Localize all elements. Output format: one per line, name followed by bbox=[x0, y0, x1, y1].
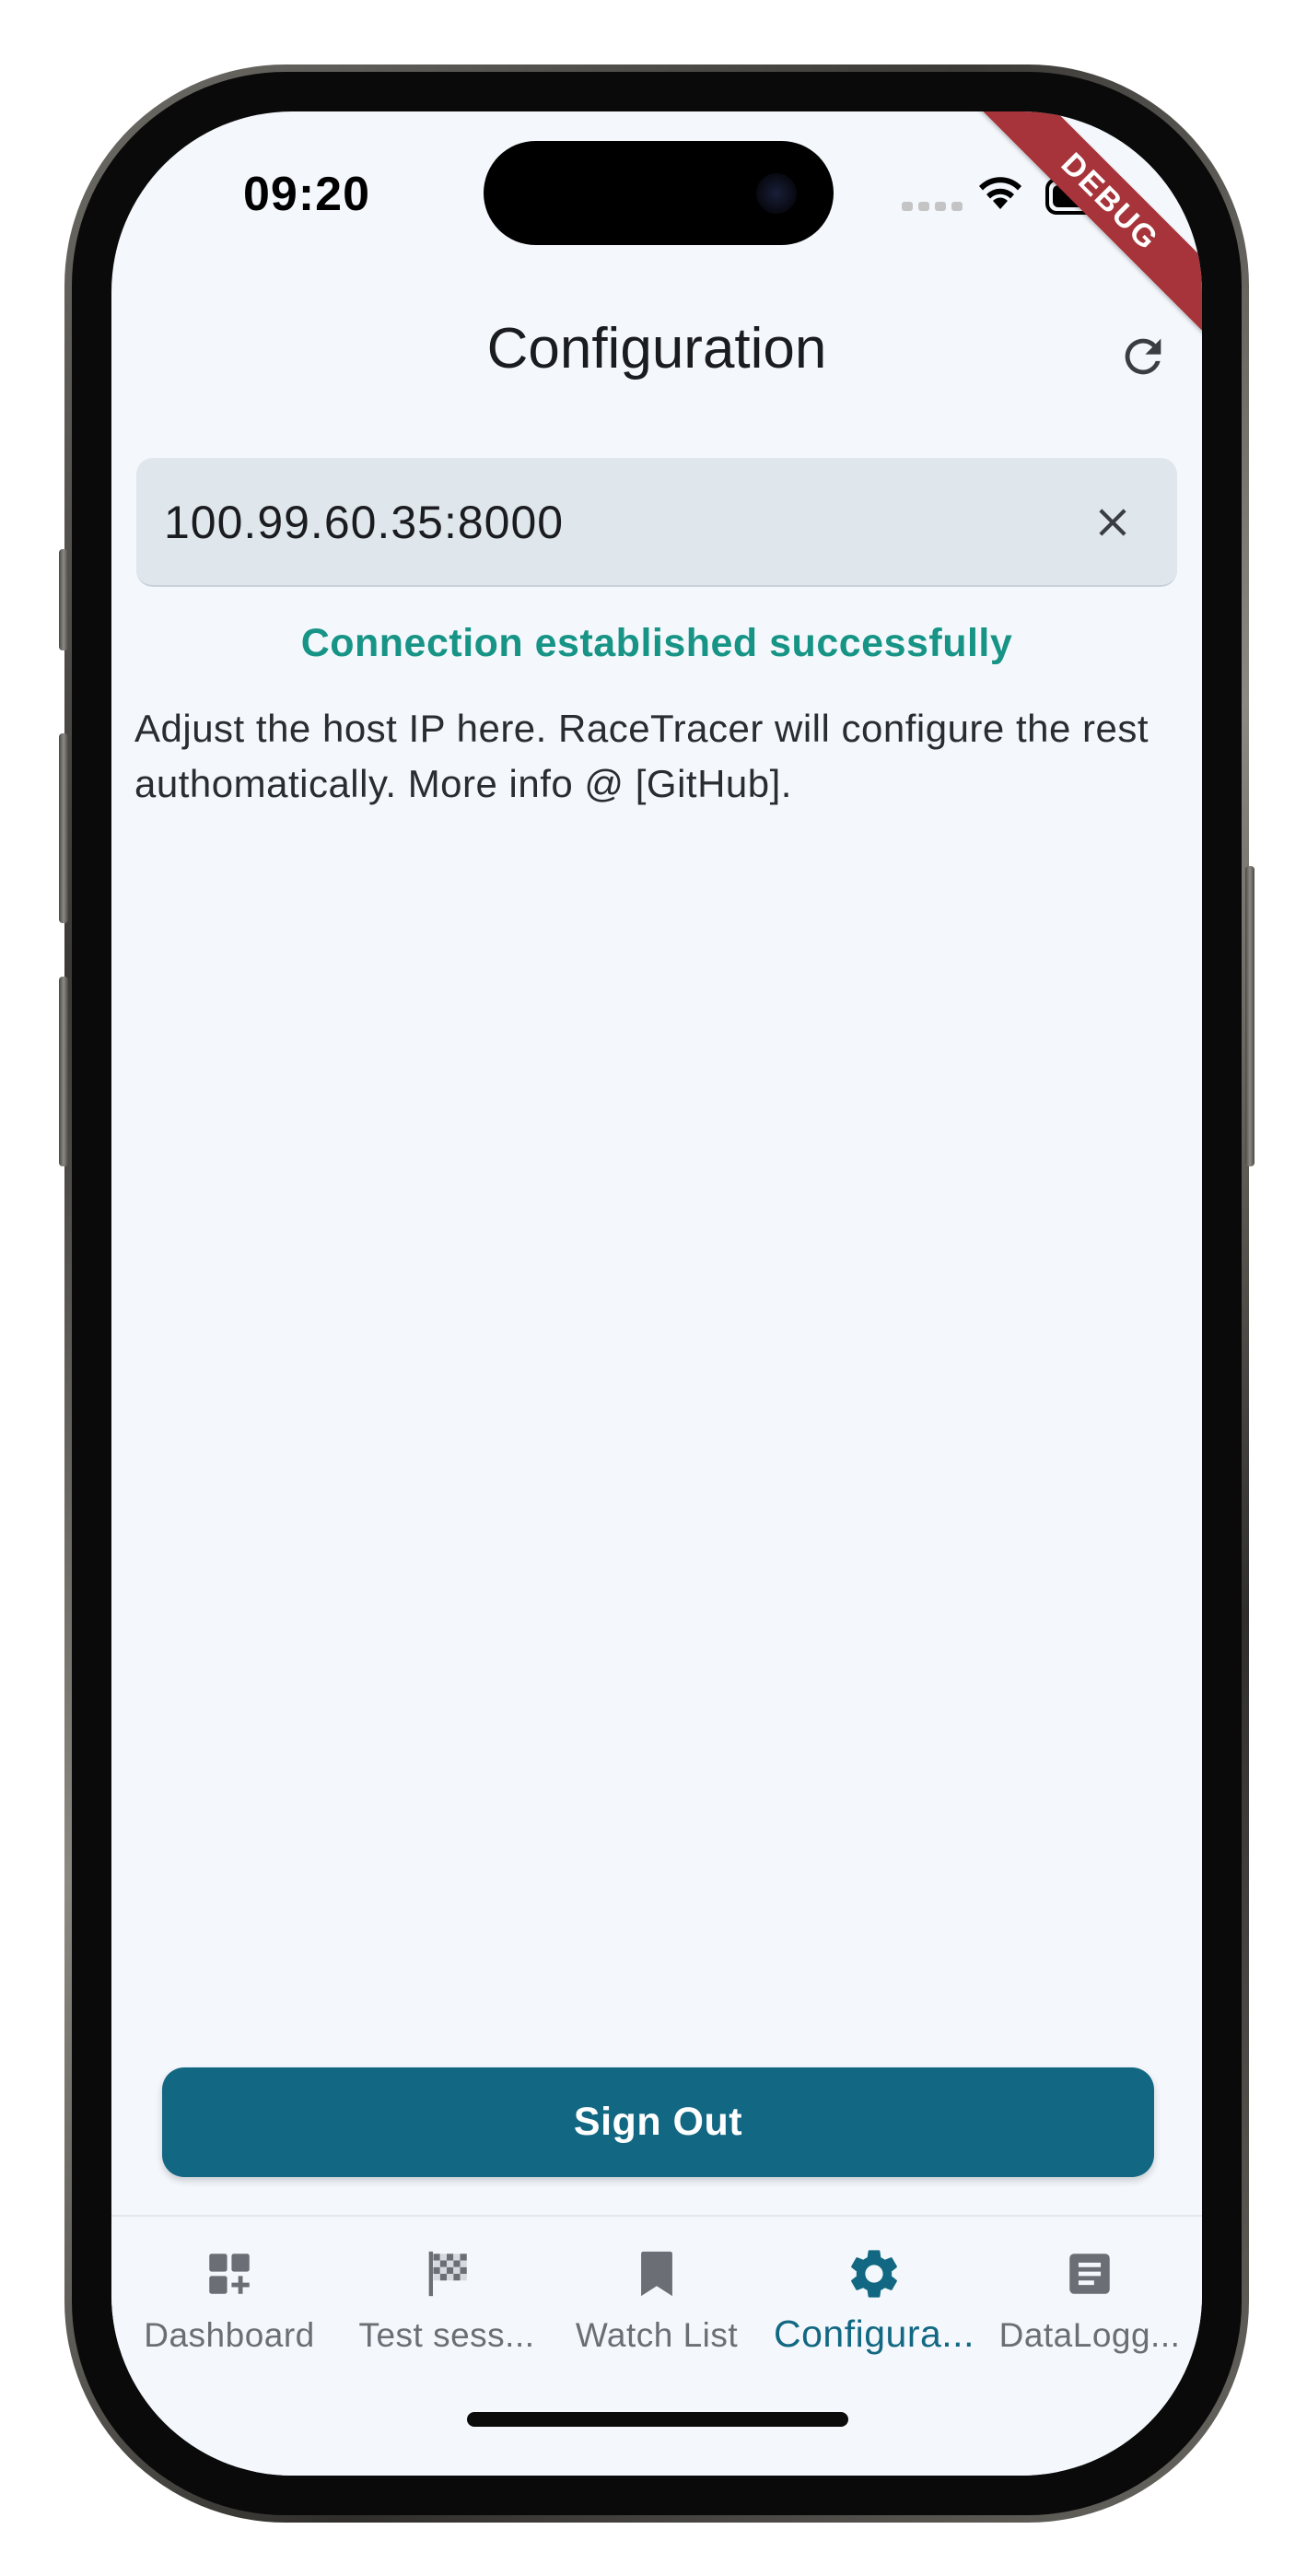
nav-item-datalogger[interactable]: DataLogg... bbox=[981, 2244, 1198, 2355]
nav-item-dashboard[interactable]: Dashboard bbox=[121, 2244, 338, 2355]
status-time: 09:20 bbox=[243, 168, 370, 221]
bottom-navigation: Dashboard Test sess... Watch List Config… bbox=[111, 2215, 1202, 2476]
refresh-button[interactable] bbox=[1106, 320, 1180, 393]
dynamic-island bbox=[484, 141, 834, 245]
clear-button[interactable] bbox=[1076, 486, 1149, 559]
action-button bbox=[59, 549, 68, 650]
nav-item-watch-list[interactable]: Watch List bbox=[548, 2244, 765, 2355]
nav-item-configuration[interactable]: Configura... bbox=[765, 2244, 983, 2356]
nav-label-configuration: Configura... bbox=[774, 2313, 974, 2355]
wifi-icon bbox=[979, 177, 1021, 209]
volume-up-button bbox=[59, 733, 68, 923]
bookmark-icon bbox=[627, 2244, 686, 2303]
front-camera-icon bbox=[756, 173, 797, 214]
dashboard-add-icon bbox=[200, 2244, 259, 2303]
page-title: Configuration bbox=[486, 317, 827, 381]
document-icon bbox=[1060, 2244, 1119, 2303]
nav-item-test-sessions[interactable]: Test sess... bbox=[338, 2244, 555, 2355]
host-field bbox=[136, 458, 1177, 587]
close-icon bbox=[1099, 509, 1126, 536]
nav-label-test-sessions: Test sess... bbox=[358, 2316, 535, 2354]
phone-screen: 09:20 DEBUG Configuration Connection est… bbox=[111, 111, 1202, 2476]
nav-label-watch-list: Watch List bbox=[575, 2316, 739, 2354]
nav-label-dashboard: Dashboard bbox=[144, 2316, 315, 2354]
host-input[interactable] bbox=[162, 458, 1046, 587]
volume-down-button bbox=[59, 977, 68, 1166]
checkered-flag-icon bbox=[417, 2244, 476, 2303]
sign-out-button[interactable]: Sign Out bbox=[162, 2067, 1154, 2177]
power-button bbox=[1245, 866, 1254, 1166]
connection-status-message: Connection established successfully bbox=[300, 621, 1013, 665]
refresh-icon bbox=[1125, 338, 1161, 375]
nav-label-datalogger: DataLogg... bbox=[998, 2316, 1181, 2354]
gear-icon bbox=[845, 2244, 904, 2303]
home-indicator[interactable] bbox=[467, 2412, 848, 2427]
cellular-signal-icon bbox=[902, 202, 963, 211]
help-text: Adjust the host IP here. RaceTracer will… bbox=[134, 707, 1149, 805]
